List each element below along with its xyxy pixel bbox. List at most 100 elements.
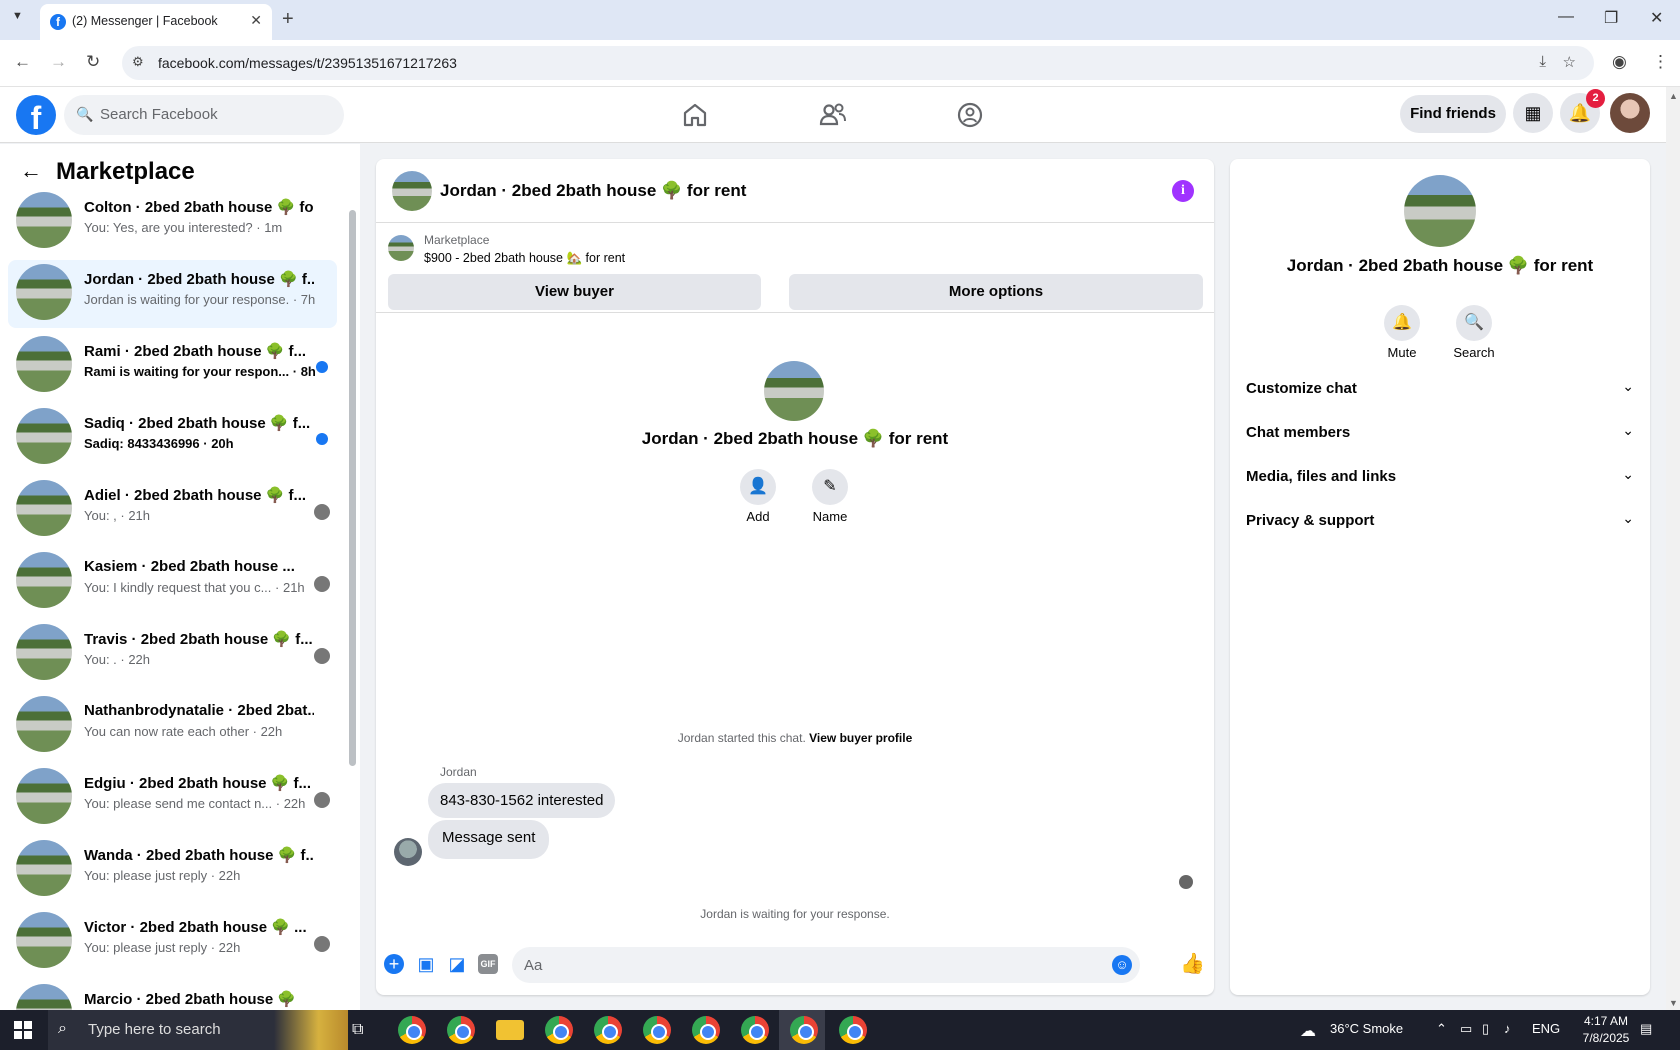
back-icon[interactable]: ←	[14, 52, 31, 72]
conversation-item[interactable]: Rami · 2bed 2bath house 🌳 f... Rami is wa…	[8, 332, 337, 400]
meet-now-icon[interactable]: ▭	[1460, 1021, 1472, 1037]
search-conversation-icon[interactable]: 🔍	[1456, 305, 1492, 341]
weather-text[interactable]: 36°C Smoke	[1330, 1021, 1403, 1036]
mute-bell-icon[interactable]: 🔔	[1384, 305, 1420, 341]
message-placeholder: Aa	[524, 957, 543, 974]
chrome-taskbar-icon[interactable]	[398, 1016, 426, 1044]
conversation-item[interactable]: Edgiu · 2bed 2bath house 🌳 f... You: plea…	[8, 764, 337, 832]
chat-listing-thumbnail[interactable]	[392, 171, 432, 211]
chat-members-section[interactable]: Chat members ⌄	[1246, 415, 1634, 451]
conversation-item[interactable]: Sadiq · 2bed 2bath house 🌳 f... Sadiq: 84…	[8, 404, 337, 472]
menu-grid-icon[interactable]: ▦	[1513, 93, 1553, 133]
more-actions-plus-icon[interactable]: +	[384, 954, 404, 974]
chrome-taskbar-icon[interactable]	[741, 1016, 769, 1044]
back-arrow-icon[interactable]: ←	[20, 158, 42, 184]
scroll-down-icon[interactable]: ▼	[1669, 998, 1678, 1008]
section-label: Customize chat	[1246, 380, 1357, 397]
sidebar-scrollbar[interactable]	[349, 210, 356, 766]
gif-icon[interactable]: GIF	[478, 954, 498, 974]
sticker-icon[interactable]: ◪	[447, 954, 467, 974]
message-bubble[interactable]: 843-830-1562 interested	[428, 783, 616, 818]
conversation-item[interactable]: Travis · 2bed 2bath house 🌳 f... You: . ·…	[8, 620, 337, 688]
taskbar-search-box[interactable]: ⌕ Type here to search	[48, 1010, 348, 1050]
conversation-avatar	[764, 361, 824, 421]
forward-icon[interactable]: →	[50, 52, 67, 72]
conversation-name: Rami · 2bed 2bath house 🌳 f...	[84, 343, 307, 360]
chrome-taskbar-icon[interactable]	[839, 1016, 867, 1044]
chrome-taskbar-icon[interactable]	[545, 1016, 573, 1044]
conversation-item[interactable]: Jordan · 2bed 2bath house 🌳 f... Jordan i…	[8, 260, 337, 328]
message-bubble[interactable]: Message sent	[428, 820, 550, 859]
listing-thumbnail	[388, 235, 414, 261]
conversation-preview: You: please send me contact n... · 22h	[84, 796, 306, 811]
media-files-links-section[interactable]: Media, files and links ⌄	[1246, 459, 1634, 495]
message-input[interactable]: Aa ☺	[512, 947, 1140, 983]
sender-avatar[interactable]	[394, 838, 422, 866]
scroll-up-icon[interactable]: ▲	[1669, 91, 1678, 101]
show-hidden-icons-icon[interactable]: ⌃	[1436, 1021, 1447, 1037]
thumbs-up-icon[interactable]: 👍	[1180, 954, 1205, 974]
chevron-down-icon: ⌄	[1622, 422, 1634, 438]
groups-icon[interactable]	[954, 99, 986, 131]
chrome-taskbar-icon[interactable]	[692, 1016, 720, 1044]
more-options-button[interactable]: More options	[789, 274, 1203, 310]
facebook-search-input[interactable]: 🔍 Search Facebook	[64, 95, 344, 135]
facebook-logo-icon[interactable]: f	[16, 95, 56, 136]
volume-icon[interactable]: ♪	[1504, 1021, 1511, 1036]
conversation-item[interactable]: Kasiem · 2bed 2bath house ... You: I kind…	[8, 548, 337, 616]
chrome-taskbar-icon[interactable]	[447, 1016, 475, 1044]
account-avatar[interactable]	[1610, 93, 1650, 133]
attach-photo-icon[interactable]: ▣	[416, 954, 436, 974]
language-indicator[interactable]: ENG	[1532, 1021, 1560, 1036]
task-view-icon[interactable]: ⧉	[352, 1021, 363, 1039]
close-tab-icon[interactable]: ✕	[250, 12, 262, 29]
windows-start-icon[interactable]	[14, 1021, 32, 1039]
find-friends-button[interactable]: Find friends	[1400, 95, 1506, 133]
install-app-icon[interactable]: ⤓	[1539, 53, 1546, 70]
notification-center-icon[interactable]: ▤	[1640, 1021, 1652, 1037]
view-buyer-profile-link[interactable]: View buyer profile	[809, 731, 912, 745]
emoji-icon[interactable]: ☺	[1112, 955, 1132, 975]
site-info-icon[interactable]: ⚙	[132, 54, 144, 70]
conversation-item[interactable]: Nathanbrodynatalie · 2bed 2bat... You can…	[8, 692, 337, 760]
conversation-item[interactable]: Victor · 2bed 2bath house 🌳 ... You: plea…	[8, 908, 337, 976]
page-scrollbar[interactable]: ▲ ▼	[1666, 87, 1680, 1010]
conversation-name: Victor · 2bed 2bath house 🌳 ...	[84, 919, 307, 936]
reload-icon[interactable]: ↻	[86, 52, 100, 72]
edit-name-icon[interactable]: ✎	[812, 469, 848, 505]
conversation-item[interactable]: Wanda · 2bed 2bath house 🌳 f... You: plea…	[8, 836, 337, 904]
conversation-thumbnail	[16, 768, 72, 824]
section-label: Media, files and links	[1246, 468, 1397, 485]
system-clock[interactable]: 4:17 AM 7/8/2025	[1576, 1013, 1636, 1047]
conversation-item[interactable]: Adiel · 2bed 2bath house 🌳 f... You: , · …	[8, 476, 337, 544]
browser-tab-messenger[interactable]: f (2) Messenger | Facebook ✕	[40, 4, 272, 40]
close-window-icon[interactable]: ✕	[1650, 8, 1663, 28]
network-icon[interactable]: ▯	[1482, 1021, 1489, 1037]
customize-chat-section[interactable]: Customize chat ⌄	[1246, 371, 1634, 407]
listing-price[interactable]: $900 - 2bed 2bath house 🏡 for rent	[424, 251, 625, 266]
add-person-icon[interactable]: 👤	[740, 469, 776, 505]
tab-search-chevron-icon[interactable]: ▼	[12, 10, 23, 22]
privacy-support-section[interactable]: Privacy & support ⌄	[1246, 503, 1634, 539]
chrome-taskbar-icon[interactable]	[643, 1016, 671, 1044]
url-field[interactable]: ⚙ facebook.com/messages/t/23951351671217…	[122, 46, 1594, 80]
chat-title[interactable]: Jordan · 2bed 2bath house 🌳 for rent	[440, 181, 746, 201]
chevron-down-icon: ⌄	[1622, 378, 1634, 394]
chrome-taskbar-icon[interactable]	[594, 1016, 622, 1044]
file-explorer-icon[interactable]	[496, 1020, 524, 1040]
chat-header: Jordan · 2bed 2bath house 🌳 for rent i	[376, 159, 1214, 223]
view-buyer-button[interactable]: View buyer	[388, 274, 761, 310]
chrome-taskbar-icon[interactable]	[790, 1016, 818, 1044]
url-text: facebook.com/messages/t/2395135167121726…	[158, 55, 457, 71]
profile-icon[interactable]: ◉	[1612, 52, 1627, 72]
chrome-menu-icon[interactable]: ⋮	[1652, 52, 1669, 72]
new-tab-icon[interactable]: +	[282, 8, 294, 31]
minimize-icon[interactable]: —	[1558, 8, 1574, 26]
info-icon[interactable]: i	[1172, 180, 1194, 202]
restore-icon[interactable]: ❐	[1604, 8, 1618, 28]
conversation-item[interactable]: Colton · 2bed 2bath house 🌳 fo... You: Ye…	[8, 188, 337, 256]
home-icon[interactable]	[679, 99, 711, 131]
weather-icon[interactable]: ☁	[1300, 1021, 1316, 1041]
friends-icon[interactable]	[817, 99, 849, 131]
bookmark-star-icon[interactable]: ☆	[1563, 53, 1576, 71]
